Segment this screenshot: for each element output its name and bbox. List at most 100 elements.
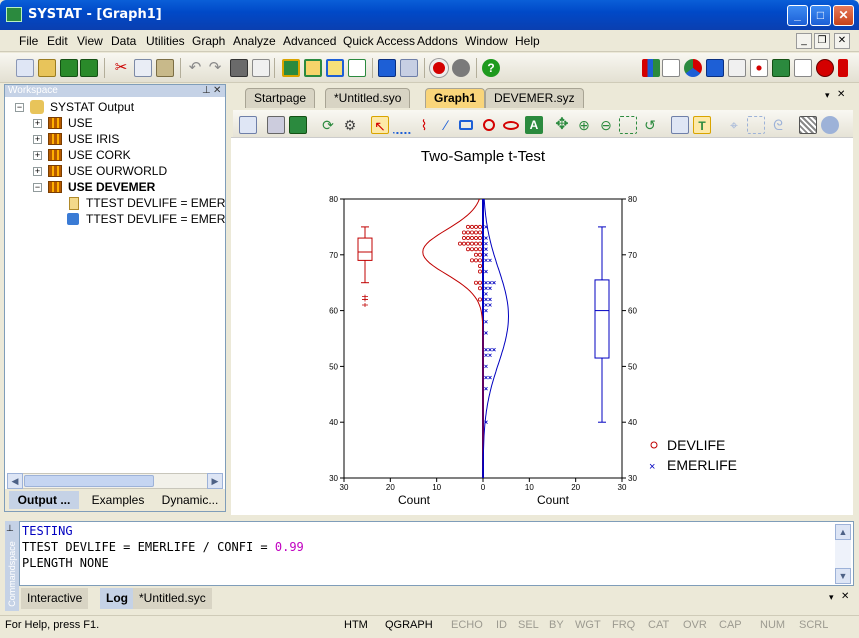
graph-gallery-icon[interactable] [671,116,689,134]
tab-graph1[interactable]: Graph1 [425,88,486,108]
print-icon[interactable] [230,59,248,77]
graph-view-icon[interactable] [326,59,344,77]
scatter-plot-icon[interactable] [750,59,768,77]
scroll-right-icon[interactable]: ▶ [207,473,223,489]
tab-interactive[interactable]: Interactive [21,588,89,609]
tab-list-dropdown-icon[interactable]: ▾ [825,90,830,101]
workspace-horizontal-scrollbar[interactable]: ◀ ▶ [7,473,223,489]
output-view-icon[interactable] [282,59,300,77]
menu-utilities[interactable]: Utilities [146,34,185,48]
play-icon[interactable] [452,59,470,77]
window-tile-icon[interactable] [400,59,418,77]
cut-icon[interactable]: ✂ [112,59,130,77]
tree-child-ttest-2[interactable]: TTEST DEVLIFE = EMERLI [86,212,226,226]
scroll-left-icon[interactable]: ◀ [7,473,23,489]
command-line-2[interactable]: TTEST DEVLIFE = EMERLIFE / CONFI = 0.99 [22,540,304,554]
grid-icon[interactable] [799,116,817,134]
tab-examples[interactable]: Examples [83,491,153,509]
menu-graph[interactable]: Graph [192,34,225,48]
move-icon[interactable]: ✥ [553,116,571,134]
zoom-area-icon[interactable] [619,116,637,134]
tab-close-icon[interactable]: ✕ [837,89,845,100]
scrollbar-thumb[interactable] [24,475,154,487]
monitor-icon[interactable] [378,59,396,77]
menu-view[interactable]: View [77,34,103,48]
minimize-button[interactable]: _ [787,5,808,26]
bar-chart-icon[interactable] [642,59,660,77]
draw-ellipse-icon[interactable] [503,121,519,130]
save-all-icon[interactable] [80,59,98,77]
menu-window[interactable]: Window [465,34,508,48]
tab-dynamic[interactable]: Dynamic... [155,491,225,509]
draw-rectangle-icon[interactable] [459,120,473,130]
pin-icon[interactable]: ⊥ [6,523,14,534]
workspace-close-icon[interactable]: ✕ [213,85,221,96]
draw-polyline-icon[interactable]: ⌇ [415,116,433,134]
command-line-1[interactable]: TESTING [22,524,73,538]
menu-file[interactable]: File [19,34,38,48]
help-icon[interactable]: ? [482,59,500,77]
scroll-up-icon[interactable]: ▲ [835,524,851,540]
marquee-icon[interactable] [747,116,765,134]
histogram-icon[interactable] [706,59,724,77]
copy-icon[interactable] [134,59,152,77]
insert-text-icon[interactable]: A [525,116,543,134]
pie-chart-icon[interactable] [684,59,702,77]
tab-untitled-syc[interactable]: *Untitled.syc [133,588,212,609]
graph-export-icon[interactable] [289,116,307,134]
draw-circle-icon[interactable] [483,119,495,131]
graph-properties-icon[interactable] [239,116,257,134]
zoom-in-icon[interactable]: ⊕ [575,116,593,134]
open-folder-icon[interactable] [38,59,56,77]
tree-item-use-ourworld[interactable]: USE OURWORLD [68,164,167,178]
maximize-button[interactable]: □ [810,5,831,26]
refresh-icon[interactable]: ⚙ [341,116,359,134]
expand-item-icon[interactable]: + [33,119,42,128]
command-tab-close-icon[interactable]: ✕ [841,591,849,602]
zoom-out-icon[interactable]: ⊖ [597,116,615,134]
command-vertical-scrollbar[interactable] [835,540,851,568]
print-preview-icon[interactable] [252,59,270,77]
menu-edit[interactable]: Edit [47,34,68,48]
draw-line-icon[interactable] [393,116,411,134]
command-view-icon[interactable] [348,59,366,77]
paste-icon[interactable] [156,59,174,77]
crosshair-icon[interactable]: ⌖ [725,116,743,134]
menu-analyze[interactable]: Analyze [233,34,276,48]
tab-log[interactable]: Log [100,588,134,609]
sphere-icon[interactable] [821,116,839,134]
graph-frame-icon[interactable] [267,116,285,134]
tab-output[interactable]: Output ... [9,491,79,509]
expand-item-icon[interactable]: + [33,151,42,160]
tree-item-use-cork[interactable]: USE CORK [68,148,131,162]
map-icon[interactable] [816,59,834,77]
close-button[interactable]: ✕ [833,5,854,26]
menu-data[interactable]: Data [111,34,136,48]
collapse-item-icon[interactable]: − [33,183,42,192]
scroll-down-icon[interactable]: ▼ [835,568,851,584]
tree-root-label[interactable]: SYSTAT Output [50,100,134,114]
select-pointer-icon[interactable]: ↖ [371,116,389,134]
tree-item-use[interactable]: USE [68,116,93,130]
data-view-icon[interactable] [304,59,322,77]
draw-freehand-icon[interactable]: ∕ [437,116,455,134]
save-icon[interactable] [60,59,78,77]
tree-item-use-iris[interactable]: USE IRIS [68,132,119,146]
new-file-icon[interactable] [16,59,34,77]
tree-child-ttest-1[interactable]: TTEST DEVLIFE = EMERLI [86,196,226,210]
lasso-icon[interactable]: ᘓ [769,116,787,134]
tab-startpage[interactable]: Startpage [245,88,316,108]
tab-untitled-syo[interactable]: *Untitled.syo [325,88,411,108]
command-editor[interactable]: TESTING TTEST DEVLIFE = EMERLIFE / CONFI… [19,521,854,586]
undo-icon[interactable]: ↶ [186,59,204,77]
expand-item-icon[interactable]: + [33,135,42,144]
command-line-3[interactable]: PLENGTH NONE [22,556,109,570]
record-icon[interactable] [430,59,448,77]
redo-icon[interactable]: ↷ [206,59,224,77]
expand-item-icon[interactable]: + [33,167,42,176]
line-chart-icon[interactable] [662,59,680,77]
tree-item-use-devemer[interactable]: USE DEVEMER [68,180,155,194]
menu-advanced[interactable]: Advanced [283,34,336,48]
tab-devemer-syz[interactable]: DEVEMER.syz [485,88,584,108]
menu-help[interactable]: Help [515,34,540,48]
